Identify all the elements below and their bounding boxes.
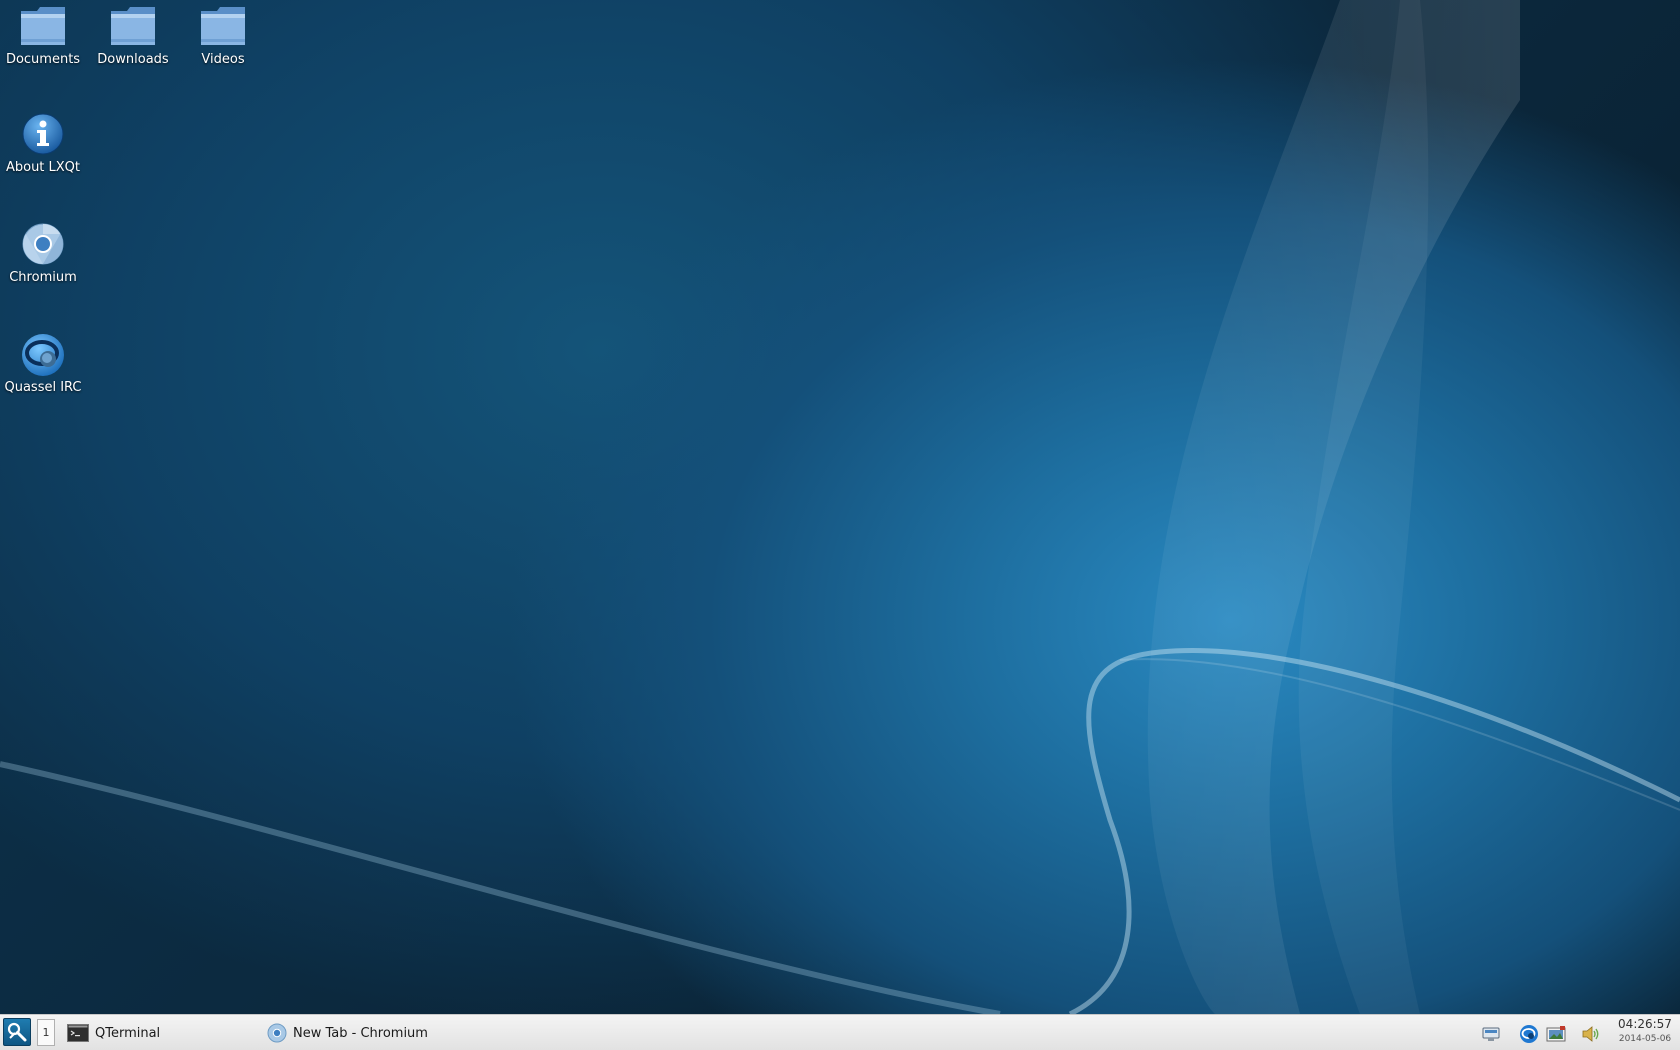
clock-time: 04:26:57 — [1618, 1017, 1672, 1031]
start-menu-button[interactable] — [3, 1018, 31, 1046]
desktop-icon-videos[interactable]: Videos — [179, 2, 267, 67]
desktop-icon-label: Downloads — [97, 52, 169, 67]
chromium-icon — [267, 1023, 287, 1043]
desktop-icon-label: About LXQt — [5, 160, 81, 175]
folder-icon — [19, 2, 67, 50]
task-label: New Tab - Chromium — [293, 1025, 428, 1041]
info-icon — [19, 110, 67, 158]
quassel-tray-icon[interactable] — [1518, 1023, 1540, 1045]
terminal-icon — [67, 1024, 89, 1042]
task-label: QTerminal — [95, 1025, 161, 1041]
desktop-icon-label: Chromium — [9, 270, 77, 285]
screenshot-icon[interactable] — [1545, 1023, 1567, 1045]
network-icon[interactable] — [1480, 1023, 1502, 1045]
volume-icon[interactable] — [1580, 1023, 1602, 1045]
clock[interactable]: 04:26:57 2014-05-06 — [1614, 1017, 1676, 1047]
lxqt-menu-icon — [7, 1022, 27, 1042]
desktop-icon-label: Videos — [201, 52, 245, 67]
desktop-switcher-1[interactable]: 1 — [37, 1019, 55, 1046]
folder-icon — [109, 2, 157, 50]
desktop-icon-documents[interactable]: Documents — [0, 2, 87, 67]
desktop-icon-about-lxqt[interactable]: About LXQt — [0, 110, 87, 175]
quassel-icon — [19, 330, 67, 378]
desktop[interactable]: Documents Downloads Videos About LXQt Ch… — [0, 0, 1680, 1014]
desktop-icon-label: Documents — [5, 52, 81, 67]
clock-date: 2014-05-06 — [1618, 1034, 1672, 1044]
folder-icon — [199, 2, 247, 50]
task-chromium[interactable]: New Tab - Chromium — [263, 1018, 463, 1048]
desktop-icon-downloads[interactable]: Downloads — [89, 2, 177, 67]
wallpaper-swooshes — [0, 0, 1680, 1014]
task-qterminal[interactable]: QTerminal — [63, 1018, 253, 1048]
chromium-icon — [19, 220, 67, 268]
desktop-icon-chromium[interactable]: Chromium — [0, 220, 87, 285]
desktop-icon-quassel-irc[interactable]: Quassel IRC — [0, 330, 87, 395]
desktop-number: 1 — [42, 1026, 50, 1039]
desktop-icon-label: Quassel IRC — [4, 380, 82, 395]
taskbar: 1 QTerminal New Tab - Chromium 04:26:57 … — [0, 1014, 1680, 1050]
